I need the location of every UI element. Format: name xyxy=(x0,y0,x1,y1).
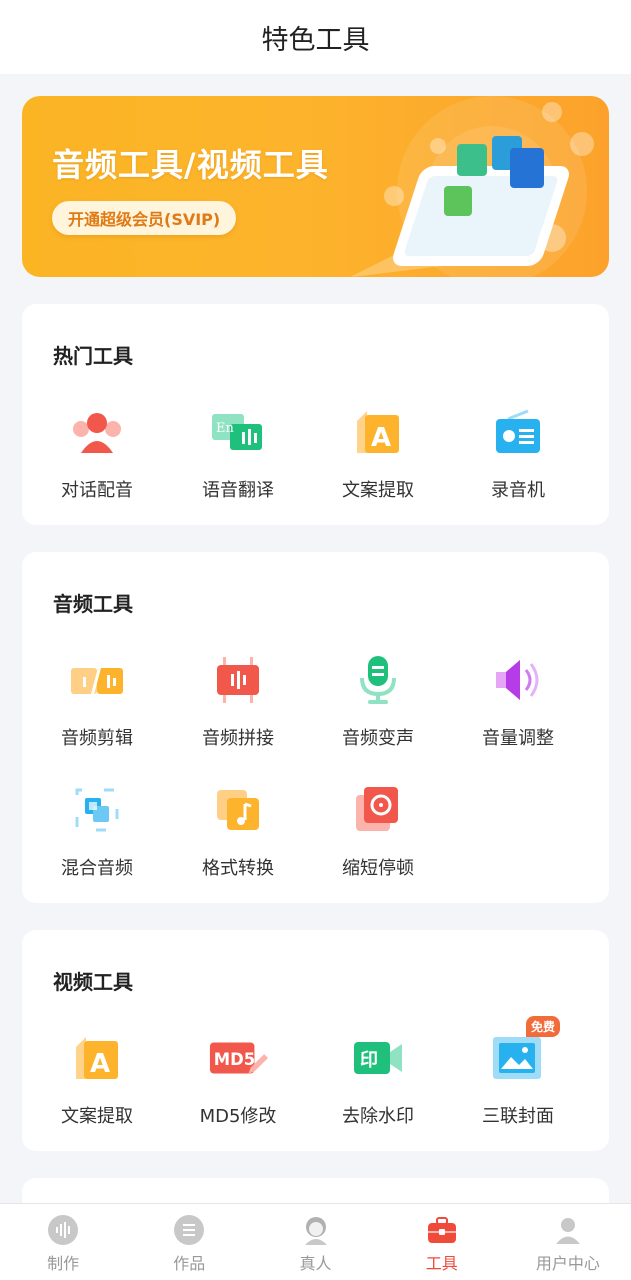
waveform-icon xyxy=(47,1214,79,1246)
svip-button[interactable]: 开通超级会员(SVIP) xyxy=(52,201,237,235)
section-title: 音频工具 xyxy=(53,592,133,616)
tool-label: 混合音频 xyxy=(61,858,133,879)
user-icon xyxy=(552,1214,584,1246)
tool-audio-cut[interactable]: 音频剪辑 xyxy=(27,650,167,750)
tool-remove-watermark[interactable]: 印 去除水印 xyxy=(308,1028,448,1128)
tab-label: 制作 xyxy=(47,1254,80,1273)
tool-label: 对话配音 xyxy=(61,480,133,501)
dialog-dubbing-icon xyxy=(67,402,127,462)
tool-label: 文案提取 xyxy=(61,1106,133,1127)
section-title: 热门工具 xyxy=(53,344,133,368)
bottom-tab-bar: 制作 作品 真人 工具 用户中心 xyxy=(0,1203,631,1280)
phone-illustration-icon xyxy=(352,96,594,277)
tool-audio-join[interactable]: 音频拼接 xyxy=(168,650,308,750)
md5-edit-icon: MD5 xyxy=(208,1028,268,1088)
audio-cut-icon xyxy=(67,650,127,710)
tool-format-convert[interactable]: 格式转换 xyxy=(168,780,308,880)
volume-adjust-icon xyxy=(488,650,548,710)
shorten-pause-icon xyxy=(348,780,408,840)
tool-label: 格式转换 xyxy=(202,858,274,879)
audio-join-icon xyxy=(208,650,268,710)
svg-text:印: 印 xyxy=(360,1050,378,1071)
tool-label: MD5修改 xyxy=(199,1106,277,1127)
tool-label: 去除水印 xyxy=(342,1106,414,1127)
tool-volume-adjust[interactable]: 音量调整 xyxy=(448,650,588,750)
tool-label: 音频拼接 xyxy=(202,728,274,749)
tool-triple-cover[interactable]: 免费 三联封面 xyxy=(448,1016,588,1128)
tab-label: 用户中心 xyxy=(535,1254,600,1273)
tab-tools[interactable]: 工具 xyxy=(379,1204,505,1280)
tool-video-text-extract[interactable]: A 文案提取 xyxy=(27,1028,167,1128)
section-title: 视频工具 xyxy=(53,970,133,994)
tool-label: 音频变声 xyxy=(342,728,414,749)
tab-label: 真人 xyxy=(299,1254,332,1273)
audio-mix-icon xyxy=(67,780,127,840)
tool-text-extract[interactable]: A 文案提取 xyxy=(308,402,448,502)
svg-text:En: En xyxy=(216,421,234,436)
svg-text:A: A xyxy=(90,1049,110,1079)
tool-label: 文案提取 xyxy=(342,480,414,501)
text-extract-icon: A xyxy=(348,402,408,462)
voice-change-icon xyxy=(348,650,408,710)
tool-audio-mix[interactable]: 混合音频 xyxy=(27,780,167,880)
remove-watermark-icon: 印 xyxy=(348,1028,408,1088)
promo-banner[interactable]: 音频工具/视频工具 开通超级会员(SVIP) xyxy=(22,96,609,277)
person-avatar-icon xyxy=(300,1214,332,1246)
tool-label: 录音机 xyxy=(491,480,545,501)
tab-label: 工具 xyxy=(425,1254,458,1273)
page-title: 特色工具 xyxy=(261,24,370,56)
svg-text:MD5: MD5 xyxy=(214,1050,255,1069)
page-header: 特色工具 xyxy=(0,0,631,74)
tab-works[interactable]: 作品 xyxy=(126,1204,252,1280)
hot-tools-card: 热门工具 对话配音 En 语音翻译 A 文案提取 录音机 xyxy=(22,304,609,525)
tab-real-person[interactable]: 真人 xyxy=(252,1204,378,1280)
tool-label: 音量调整 xyxy=(482,728,554,749)
svg-text:A: A xyxy=(371,423,391,453)
tool-md5-edit[interactable]: MD5 MD5修改 xyxy=(168,1028,308,1128)
recorder-icon xyxy=(488,402,548,462)
audio-tools-card: 音频工具 音频剪辑 音频拼接 音频变声 音量调整 混合音频 格式转换 缩短停顿 xyxy=(22,552,609,903)
banner-title: 音频工具/视频工具 xyxy=(52,146,329,184)
tool-dialog-dubbing[interactable]: 对话配音 xyxy=(27,402,167,502)
tab-user-center[interactable]: 用户中心 xyxy=(505,1204,631,1280)
tool-label: 音频剪辑 xyxy=(61,728,133,749)
format-convert-icon xyxy=(208,780,268,840)
tool-label: 缩短停顿 xyxy=(342,858,414,879)
works-list-icon xyxy=(173,1214,205,1246)
tab-label: 作品 xyxy=(173,1254,206,1273)
free-badge: 免费 xyxy=(525,1016,560,1037)
tool-recorder[interactable]: 录音机 xyxy=(448,402,588,502)
tool-label: 语音翻译 xyxy=(202,480,274,501)
text-extract-icon: A xyxy=(67,1028,127,1088)
tool-voice-translate[interactable]: En 语音翻译 xyxy=(168,402,308,502)
tool-shorten-pause[interactable]: 缩短停顿 xyxy=(308,780,448,880)
tool-label: 三联封面 xyxy=(482,1106,554,1127)
triple-cover-icon: 免费 xyxy=(488,1016,560,1088)
tab-make[interactable]: 制作 xyxy=(0,1204,126,1280)
toolbox-icon xyxy=(426,1214,458,1246)
voice-translate-icon: En xyxy=(208,402,268,462)
video-tools-card: 视频工具 A 文案提取 MD5 MD5修改 印 去除水印 免费 三联封面 xyxy=(22,930,609,1151)
tool-voice-change[interactable]: 音频变声 xyxy=(308,650,448,750)
